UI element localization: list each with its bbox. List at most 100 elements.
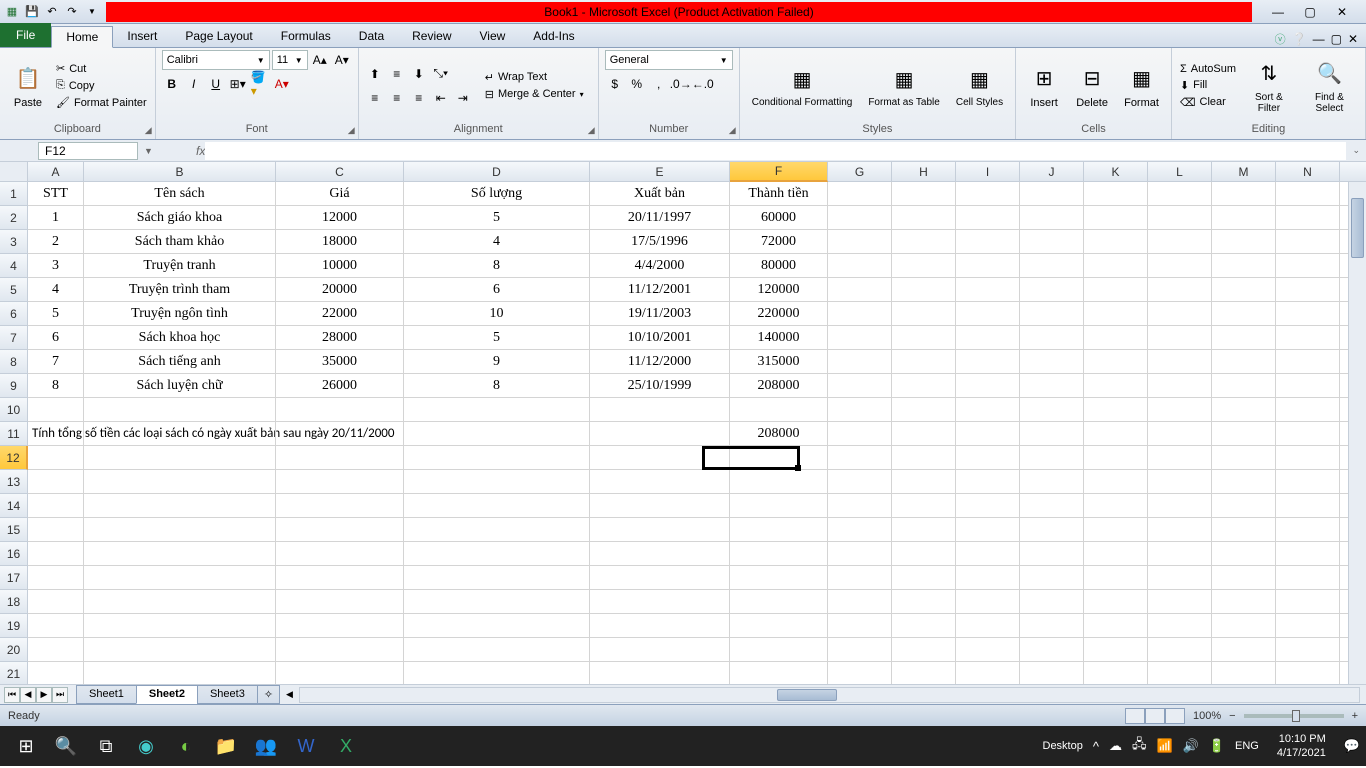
cell-E18[interactable] [590, 590, 730, 614]
cell-M2[interactable] [1212, 206, 1276, 230]
cell-F6[interactable]: 220000 [730, 302, 828, 326]
cell-E21[interactable] [590, 662, 730, 684]
cell-B4[interactable]: Truyện tranh [84, 254, 276, 278]
cell-C10[interactable] [276, 398, 404, 422]
cell-I3[interactable] [956, 230, 1020, 254]
cell-J3[interactable] [1020, 230, 1084, 254]
column-header-D[interactable]: D [404, 162, 590, 182]
cell-M4[interactable] [1212, 254, 1276, 278]
number-format-select[interactable]: General▼ [605, 50, 733, 70]
cell-E3[interactable]: 17/5/1996 [590, 230, 730, 254]
horizontal-scrollbar[interactable]: ◀ ▶ [299, 687, 1360, 703]
cell-L2[interactable] [1148, 206, 1212, 230]
cell-A18[interactable] [28, 590, 84, 614]
cell-B13[interactable] [84, 470, 276, 494]
cell-L5[interactable] [1148, 278, 1212, 302]
cell-J20[interactable] [1020, 638, 1084, 662]
sheet-tab-1[interactable]: Sheet1 [76, 685, 137, 704]
cell-C4[interactable]: 10000 [276, 254, 404, 278]
cell-I11[interactable] [956, 422, 1020, 446]
cell-J10[interactable] [1020, 398, 1084, 422]
cell-C21[interactable] [276, 662, 404, 684]
cell-B14[interactable] [84, 494, 276, 518]
doc-max-icon[interactable]: ▢ [1331, 32, 1342, 46]
row-header-13[interactable]: 13 [0, 470, 28, 494]
cell-N9[interactable] [1276, 374, 1340, 398]
cell-J8[interactable] [1020, 350, 1084, 374]
cell-A21[interactable] [28, 662, 84, 684]
cell-G17[interactable] [828, 566, 892, 590]
cell-D1[interactable]: Số lượng [404, 182, 590, 206]
cell-A8[interactable]: 7 [28, 350, 84, 374]
cell-D10[interactable] [404, 398, 590, 422]
sheet-prev-icon[interactable]: ◀ [20, 687, 36, 703]
tab-page-layout[interactable]: Page Layout [171, 25, 266, 47]
format-button[interactable]: ▦Format [1118, 61, 1165, 111]
cell-E8[interactable]: 11/12/2000 [590, 350, 730, 374]
row-header-7[interactable]: 7 [0, 326, 28, 350]
cell-D9[interactable]: 8 [404, 374, 590, 398]
cell-E15[interactable] [590, 518, 730, 542]
cell-D8[interactable]: 9 [404, 350, 590, 374]
cell-F20[interactable] [730, 638, 828, 662]
namebox-dropdown-icon[interactable]: ▼ [144, 146, 160, 156]
column-header-B[interactable]: B [84, 162, 276, 182]
cell-H3[interactable] [892, 230, 956, 254]
fx-icon[interactable]: fx [196, 144, 205, 158]
cell-C5[interactable]: 20000 [276, 278, 404, 302]
hscroll-thumb[interactable] [777, 689, 837, 701]
cell-K19[interactable] [1084, 614, 1148, 638]
percent-icon[interactable]: % [627, 74, 647, 94]
name-box[interactable]: F12 [38, 142, 138, 160]
cell-F14[interactable] [730, 494, 828, 518]
cell-A12[interactable] [28, 446, 84, 470]
cell-K10[interactable] [1084, 398, 1148, 422]
cell-G6[interactable] [828, 302, 892, 326]
cell-H20[interactable] [892, 638, 956, 662]
cell-N17[interactable] [1276, 566, 1340, 590]
cell-G19[interactable] [828, 614, 892, 638]
font-launcher-icon[interactable]: ◢ [348, 125, 355, 136]
zoom-in-icon[interactable]: + [1352, 710, 1358, 722]
cell-H15[interactable] [892, 518, 956, 542]
cell-B6[interactable]: Truyện ngôn tình [84, 302, 276, 326]
cell-G16[interactable] [828, 542, 892, 566]
new-sheet-button[interactable]: ✧ [257, 685, 280, 704]
cell-F21[interactable] [730, 662, 828, 684]
cell-I14[interactable] [956, 494, 1020, 518]
cell-M5[interactable] [1212, 278, 1276, 302]
cell-J19[interactable] [1020, 614, 1084, 638]
cell-E2[interactable]: 20/11/1997 [590, 206, 730, 230]
column-header-H[interactable]: H [892, 162, 956, 182]
cell-F12[interactable] [730, 446, 828, 470]
cell-M13[interactable] [1212, 470, 1276, 494]
save-icon[interactable]: 💾 [24, 4, 40, 20]
cell-K1[interactable] [1084, 182, 1148, 206]
cell-J4[interactable] [1020, 254, 1084, 278]
cell-B19[interactable] [84, 614, 276, 638]
cell-K4[interactable] [1084, 254, 1148, 278]
format-as-table-button[interactable]: ▦Format as Table [862, 61, 946, 110]
cell-G12[interactable] [828, 446, 892, 470]
cell-M8[interactable] [1212, 350, 1276, 374]
zoom-slider[interactable] [1244, 714, 1344, 718]
column-header-E[interactable]: E [590, 162, 730, 182]
cell-D7[interactable]: 5 [404, 326, 590, 350]
cell-M9[interactable] [1212, 374, 1276, 398]
cell-J18[interactable] [1020, 590, 1084, 614]
cell-A2[interactable]: 1 [28, 206, 84, 230]
cell-K11[interactable] [1084, 422, 1148, 446]
sheet-tab-2[interactable]: Sheet2 [136, 685, 198, 704]
cell-D20[interactable] [404, 638, 590, 662]
page-break-view-button[interactable] [1165, 708, 1185, 724]
cell-I7[interactable] [956, 326, 1020, 350]
cell-K3[interactable] [1084, 230, 1148, 254]
cell-M20[interactable] [1212, 638, 1276, 662]
cell-J9[interactable] [1020, 374, 1084, 398]
task-view-icon[interactable]: ⧉ [86, 728, 126, 764]
grow-font-icon[interactable]: A▴ [310, 50, 330, 70]
cell-C14[interactable] [276, 494, 404, 518]
cell-B15[interactable] [84, 518, 276, 542]
cell-A20[interactable] [28, 638, 84, 662]
cell-D15[interactable] [404, 518, 590, 542]
